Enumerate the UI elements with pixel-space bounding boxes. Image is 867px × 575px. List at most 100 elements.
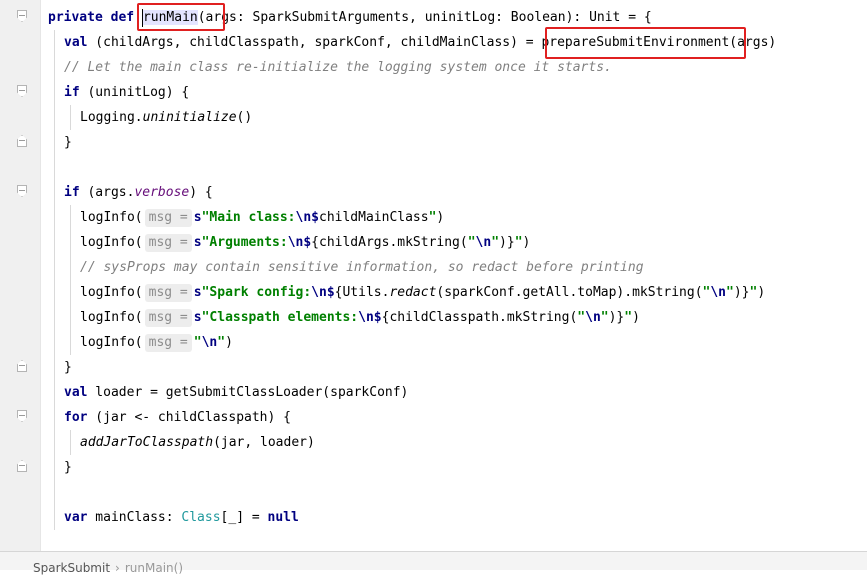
code-line-12: logInfo(msg = s"Spark config:\n${Utils.re… bbox=[0, 280, 765, 305]
code-line-19: } bbox=[0, 455, 72, 480]
interpolation-dollar: $ bbox=[311, 210, 319, 225]
string-literal: " bbox=[467, 235, 476, 250]
breadcrumb-separator: › bbox=[115, 561, 120, 575]
parameter-hint: msg = bbox=[144, 308, 192, 327]
code-text: (childArgs, childClasspath, sparkConf, c… bbox=[87, 35, 542, 50]
code-text: (args) bbox=[729, 35, 777, 50]
escape-sequence: \n bbox=[358, 310, 374, 325]
code-line-21: var mainClass: Class[_] = null bbox=[0, 505, 299, 530]
code-line-16: val loader = getSubmitClassLoader(sparkC… bbox=[0, 380, 408, 405]
escape-sequence: \n bbox=[475, 235, 492, 250]
string-literal: " bbox=[491, 235, 500, 250]
escape-sequence: \n bbox=[710, 285, 727, 300]
field-verbose[interactable]: verbose bbox=[134, 185, 189, 200]
keyword: if bbox=[64, 85, 80, 100]
code-line-2: val (childArgs, childClasspath, sparkCon… bbox=[0, 30, 776, 55]
keyword: null bbox=[267, 510, 299, 525]
string-literal: " bbox=[600, 310, 609, 325]
code-text: (uninitLog) { bbox=[79, 85, 190, 100]
string-literal: "Arguments: bbox=[201, 235, 288, 250]
method-call[interactable]: logInfo( bbox=[80, 235, 143, 250]
method-call[interactable]: logInfo( bbox=[80, 210, 143, 225]
code-comment: // Let the main class re-initialize the … bbox=[64, 60, 612, 75]
method-name-runmain[interactable]: runMain bbox=[142, 10, 198, 25]
code-text: () bbox=[236, 110, 253, 125]
escape-sequence: \n bbox=[295, 210, 312, 225]
string-literal: " bbox=[217, 335, 226, 350]
code-line-5: Logging.uninitialize() bbox=[0, 105, 252, 130]
code-line-13: logInfo(msg = s"Classpath elements:\n${ch… bbox=[0, 305, 640, 330]
interpolator: s bbox=[193, 285, 202, 300]
code-area[interactable]: private def runMain(args: SparkSubmitArg… bbox=[0, 0, 867, 551]
string-literal: " bbox=[624, 310, 633, 325]
closing-brace: } bbox=[64, 135, 72, 150]
string-literal: "Classpath elements: bbox=[201, 310, 359, 325]
method-call[interactable]: addJarToClasspath bbox=[80, 435, 213, 450]
code-line-9: logInfo(msg = s"Main class:\n$childMainCl… bbox=[0, 205, 444, 230]
keyword: val bbox=[64, 35, 88, 50]
interpolator: s bbox=[193, 235, 202, 250]
type-name[interactable]: Class bbox=[181, 510, 220, 525]
breadcrumb-method[interactable]: runMain() bbox=[125, 561, 183, 575]
code-line-14: logInfo(msg = "\n") bbox=[0, 330, 233, 355]
breadcrumb-file[interactable]: SparkSubmit bbox=[33, 561, 110, 575]
indent-guide bbox=[54, 30, 55, 530]
keyword: var bbox=[64, 510, 88, 525]
code-line-15: } bbox=[0, 355, 72, 380]
code-text: ) { bbox=[189, 185, 213, 200]
method-call[interactable]: redact bbox=[389, 285, 436, 300]
parameter-hint: msg = bbox=[144, 333, 192, 352]
code-text: ) bbox=[632, 310, 640, 325]
code-text: mainClass: bbox=[87, 510, 182, 525]
code-text: (sparkConf.getAll.toMap).mkString( bbox=[436, 285, 703, 300]
escape-sequence: \n bbox=[287, 235, 304, 250]
closing-brace: } bbox=[64, 360, 72, 375]
keyword: def bbox=[110, 10, 135, 25]
parameter-hint: msg = bbox=[144, 233, 192, 252]
code-line-4: if (uninitLog) { bbox=[0, 80, 189, 105]
code-line-1: private def runMain(args: SparkSubmitArg… bbox=[0, 5, 652, 30]
code-text: loader = getSubmitClassLoader(sparkConf) bbox=[87, 385, 409, 400]
string-literal: "Spark config: bbox=[201, 285, 312, 300]
string-literal: " bbox=[514, 235, 523, 250]
call-prepare-submit-environment[interactable]: prepareSubmitEnvironment bbox=[541, 35, 729, 50]
code-text: childMainClass bbox=[319, 210, 429, 225]
code-comment: // sysProps may contain sensitive inform… bbox=[80, 260, 644, 275]
code-text: ) bbox=[522, 235, 531, 250]
breadcrumb: SparkSubmit › runMain() bbox=[0, 551, 867, 575]
code-line-3: // Let the main class re-initialize the … bbox=[0, 55, 612, 80]
interpolator: s bbox=[193, 210, 202, 225]
code-line-10: logInfo(msg = s"Arguments:\n${childArgs.m… bbox=[0, 230, 530, 255]
closing-brace: } bbox=[64, 460, 72, 475]
method-signature: (args: SparkSubmitArguments, uninitLog: … bbox=[197, 10, 652, 25]
code-line-11: // sysProps may contain sensitive inform… bbox=[0, 255, 644, 280]
interpolator: s bbox=[193, 310, 202, 325]
escape-sequence: \n bbox=[585, 310, 601, 325]
escape-sequence: \n bbox=[311, 285, 327, 300]
method-call[interactable]: logInfo( bbox=[80, 335, 143, 350]
parameter-hint: msg = bbox=[144, 208, 192, 227]
code-text: )} bbox=[733, 285, 750, 300]
parameter-hint: msg = bbox=[144, 283, 192, 302]
code-text: {Utils. bbox=[334, 285, 390, 300]
code-text: )} bbox=[608, 310, 625, 325]
method-call[interactable]: uninitialize bbox=[143, 110, 237, 125]
string-literal: " bbox=[726, 285, 734, 300]
code-text: (args. bbox=[79, 185, 135, 200]
method-call[interactable]: logInfo( bbox=[80, 310, 143, 325]
code-line-17: for (jar <- childClasspath) { bbox=[0, 405, 291, 430]
code-line-8: if (args.verbose) { bbox=[0, 180, 213, 205]
code-text: ) bbox=[436, 210, 445, 225]
code-text: [_] = bbox=[220, 510, 268, 525]
string-literal: "Main class: bbox=[201, 210, 296, 225]
indent-guide bbox=[70, 105, 71, 130]
code-text: (jar, loader) bbox=[213, 435, 315, 450]
code-text: {childClasspath.mkString( bbox=[381, 310, 578, 325]
method-call[interactable]: logInfo( bbox=[80, 285, 143, 300]
interpolation-dollar: $ bbox=[326, 285, 335, 300]
code-text: ) bbox=[757, 285, 766, 300]
interpolation-dollar: $ bbox=[303, 235, 312, 250]
code-text: ) bbox=[225, 335, 233, 350]
code-text: (jar <- childClasspath) { bbox=[87, 410, 291, 425]
code-editor[interactable]: private def runMain(args: SparkSubmitArg… bbox=[0, 0, 867, 551]
